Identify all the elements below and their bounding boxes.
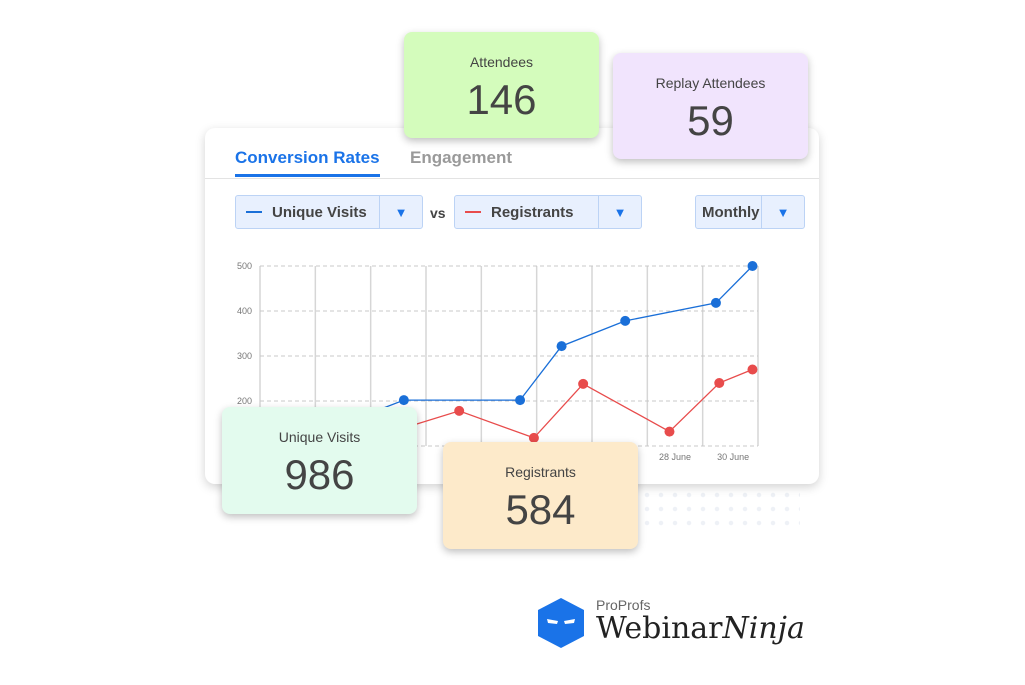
card-label: Registrants (505, 464, 576, 480)
y-tick-label: 300 (237, 351, 252, 361)
data-point (714, 378, 725, 388)
x-tick-label: 28 June (659, 452, 691, 462)
replay-attendees-card: Replay Attendees 59 (613, 53, 808, 159)
data-point (398, 395, 409, 406)
data-point (747, 364, 758, 375)
card-label: Unique Visits (278, 429, 361, 445)
data-point (747, 261, 758, 271)
y-tick-label: 200 (237, 396, 252, 406)
card-value: 584 (505, 486, 576, 533)
data-point (515, 395, 526, 406)
y-tick-label: 400 (237, 306, 252, 316)
attendees-card: Attendees 146 (404, 32, 599, 138)
card-label: Attendees (469, 54, 534, 70)
ninja-hexagon-icon (538, 598, 584, 648)
x-tick-label: 30 June (717, 452, 749, 462)
data-point (454, 405, 465, 416)
card-value: 986 (284, 451, 355, 498)
data-point (710, 297, 721, 308)
y-tick-label: 500 (237, 261, 252, 271)
logo-product: WebinarNinja (596, 611, 805, 646)
logo-product-italic: Ninja (722, 611, 805, 646)
registrants-card: Registrants 584 (443, 442, 638, 549)
series-line-1 (403, 368, 753, 439)
card-label: Replay Attendees (655, 75, 766, 91)
data-point (556, 341, 567, 352)
logo-product-regular: Webinar (596, 611, 723, 646)
data-point (578, 378, 589, 389)
unique-visits-card: Unique Visits 986 (222, 407, 417, 514)
data-point (620, 315, 631, 326)
card-value: 146 (466, 76, 537, 123)
data-point (664, 426, 675, 437)
card-value: 59 (687, 97, 734, 144)
